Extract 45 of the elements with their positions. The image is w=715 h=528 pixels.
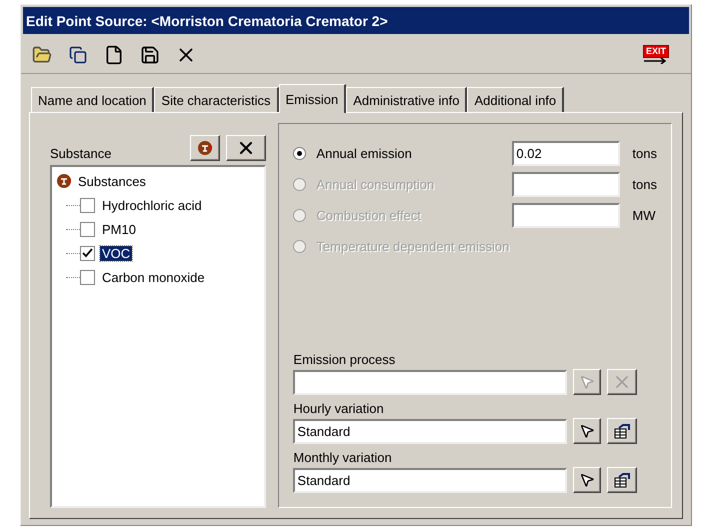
checkbox[interactable]: [80, 246, 95, 260]
checkmark-icon: [82, 248, 93, 258]
folder-icon: [32, 44, 52, 64]
field-label: Monthly variation: [293, 450, 393, 465]
text-field[interactable]: Standard: [293, 418, 568, 444]
pointer-icon: [579, 374, 596, 390]
field-label: Hourly variation: [293, 401, 385, 416]
tree-item[interactable]: PM10: [100, 222, 138, 236]
unit-label: tons: [632, 146, 657, 161]
unit-label: tons: [632, 177, 657, 192]
tree-item[interactable]: Substances: [76, 174, 148, 188]
checkbox[interactable]: [80, 222, 95, 236]
document-icon: [104, 44, 124, 64]
tab[interactable]: Name and location: [31, 87, 154, 112]
select-button[interactable]: [573, 467, 602, 493]
copy-icon: [69, 46, 87, 64]
tab[interactable]: Site characteristics: [154, 87, 278, 112]
pointer-icon: [579, 472, 596, 488]
properties-button[interactable]: [607, 418, 638, 444]
checkbox[interactable]: [80, 270, 95, 284]
option-label: Annual emission: [316, 146, 412, 161]
properties-icon: [613, 423, 632, 439]
window-title: Edit Point Source: <Morriston Crematoria Cremator 2>: [23, 7, 689, 34]
select-button[interactable]: [573, 418, 602, 444]
substance-tree[interactable]: Substances Hydrochloric acid PM10 VOC Carbon monoxide: [50, 165, 266, 508]
tab[interactable]: Emission: [278, 84, 346, 113]
tab[interactable]: Additional info: [467, 87, 564, 112]
arrow-icon: [644, 58, 668, 64]
field-label: Emission process: [293, 352, 396, 367]
pointer-icon: [579, 423, 596, 439]
tab[interactable]: Administrative info: [346, 87, 468, 112]
properties-button[interactable]: [607, 467, 638, 493]
radio-button[interactable]: [293, 147, 306, 160]
add-substance-button[interactable]: [190, 135, 220, 161]
unit-label: MW: [632, 208, 656, 223]
tree-item[interactable]: VOC: [100, 246, 132, 260]
tree-item[interactable]: Carbon monoxide: [100, 270, 207, 284]
text-field[interactable]: [293, 370, 568, 394]
checkbox[interactable]: [80, 198, 95, 212]
delete-button[interactable]: [226, 135, 266, 161]
substance-label: Substance: [50, 146, 112, 161]
properties-icon: [613, 472, 632, 488]
text-field[interactable]: Standard: [293, 468, 568, 492]
tree-item[interactable]: Hydrochloric acid: [100, 198, 204, 212]
amount-field[interactable]: 0.02: [512, 141, 620, 166]
